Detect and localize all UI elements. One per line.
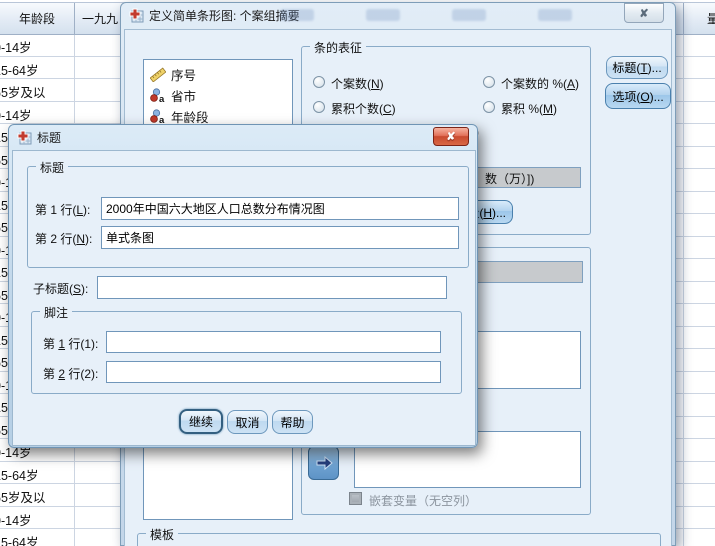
cell-age-group: 65岁及以 [0, 86, 46, 100]
radio-cum-pct[interactable] [483, 101, 495, 113]
help-button[interactable]: 帮助 [272, 410, 313, 434]
spss-app-icon [17, 130, 32, 145]
cancel-button[interactable]: 取消 [227, 410, 268, 434]
cell-age-group: 0-14岁 [0, 41, 32, 55]
radio-pct-of-cases-label[interactable]: 个案数的 %(A) [501, 75, 579, 92]
ghost-header [538, 9, 572, 21]
bars-represent-label: 条的表征 [310, 39, 367, 56]
spss-app-icon [129, 8, 144, 23]
titles-dialog-client: 标题 第 1 行(L): 第 2 行(N): 子标题(S): 脚注 第 1 行(… [12, 150, 476, 446]
right-arrow-icon [316, 455, 333, 471]
titles-dialog-title: 标题 [37, 130, 62, 145]
variable-item-seq[interactable]: 序号 [144, 63, 292, 84]
nominal-measure-icon: a [150, 108, 165, 124]
cell-age-group: 0-14岁 [0, 513, 32, 528]
footnote-line2-input[interactable] [106, 361, 441, 383]
radio-pct-of-cases[interactable] [483, 76, 495, 88]
cell-age-group: 15-64岁 [0, 536, 39, 546]
title-line2-label: 第 2 行(N): [35, 232, 93, 246]
subtitle-input[interactable] [97, 276, 447, 299]
radio-n-of-cases[interactable] [313, 76, 325, 88]
title-group-label: 标题 [36, 159, 69, 176]
continue-button[interactable]: 继续 [179, 409, 223, 434]
nominal-measure-icon: a [150, 87, 165, 103]
nest-variables-checkbox[interactable] [349, 492, 362, 505]
ghost-header [280, 9, 314, 21]
svg-text:a: a [159, 115, 165, 124]
column-header-age-group[interactable]: 年龄段 [0, 3, 75, 34]
title-line1-input[interactable] [101, 197, 459, 220]
radio-n-of-cases-label[interactable]: 个案数(N) [331, 75, 384, 92]
close-icon[interactable]: ✘ [624, 3, 664, 23]
footnote-group-label: 脚注 [40, 304, 73, 321]
move-columns-button[interactable] [308, 446, 339, 480]
template-group: 模板 [137, 526, 661, 546]
variable-item-agegroup[interactable]: a 年龄段 [144, 105, 292, 126]
footnote-line2-label: 第 2 行(2): [43, 367, 99, 381]
footnote-line1-input[interactable] [106, 331, 441, 353]
template-group-label: 模板 [146, 526, 179, 543]
titles-dialog-titlebar[interactable]: 标题 [8, 124, 478, 150]
titles-dialog: 标题 ✘ 标题 第 1 行(L): 第 2 行(N): 子标题(S): 脚注 第… [8, 124, 478, 448]
ghost-header [452, 9, 486, 21]
statistic-variable-value: 数（万）]) [485, 172, 535, 186]
scale-measure-icon [150, 67, 166, 82]
radio-cum-pct-label[interactable]: 累积 %(M) [501, 100, 557, 117]
options-button[interactable]: 选项(O)... [605, 83, 671, 109]
ghost-header [366, 9, 400, 21]
radio-cum-n[interactable] [313, 101, 325, 113]
titles-button[interactable]: 标题(T)... [606, 56, 668, 79]
title-line2-input[interactable] [101, 226, 459, 249]
cell-age-group: 65岁及以 [0, 491, 46, 505]
cell-age-group: 15-64岁 [0, 468, 39, 483]
dialog-title: 定义简单条形图: 个案组摘要 [149, 8, 300, 23]
grid-column-divider-right [683, 34, 684, 546]
cell-age-group: 15-64岁 [0, 63, 39, 78]
column-header-right[interactable]: 量 [683, 3, 715, 34]
define-dialog-titlebar[interactable]: 定义简单条形图: 个案组摘要 [120, 2, 676, 28]
cell-age-group: 0-14岁 [0, 108, 32, 123]
close-icon[interactable]: ✘ [433, 127, 469, 146]
subtitle-label: 子标题(S): [33, 282, 89, 296]
nest-variables-label: 嵌套变量（无空列） [369, 494, 478, 508]
radio-cum-n-label[interactable]: 累积个数(C) [331, 100, 396, 117]
footnote-line1-label: 第 1 行(1): [43, 337, 99, 351]
title-line1-label: 第 1 行(L): [35, 203, 91, 217]
svg-text:a: a [159, 94, 165, 103]
screen: 0-14岁 15-64岁 65岁及以 0-14岁 15-64岁 65岁及以 0-14岁 15-… [0, 0, 715, 546]
variable-item-province[interactable]: a 省市 [144, 84, 292, 105]
